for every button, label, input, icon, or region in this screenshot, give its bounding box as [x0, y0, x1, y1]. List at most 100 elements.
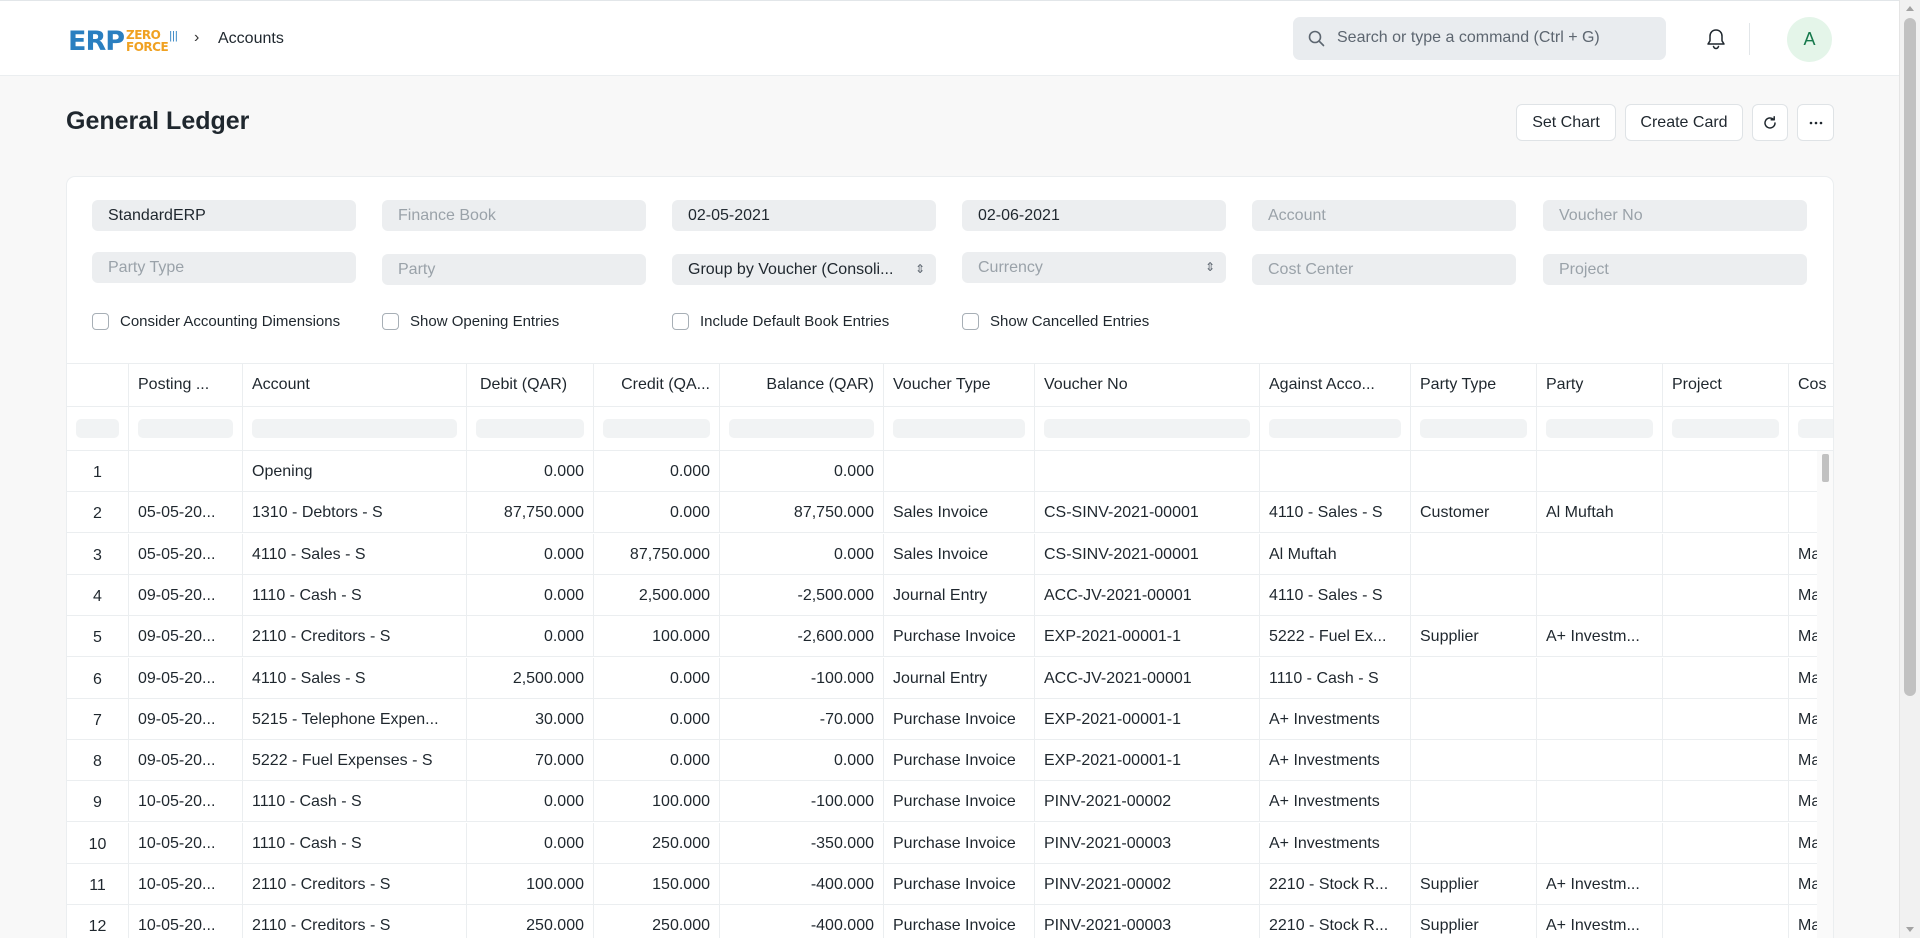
- cost-center-field[interactable]: Cost Center: [1252, 254, 1516, 285]
- cell-against-account[interactable]: 1110 - Cash - S: [1260, 657, 1411, 698]
- column-filter-input[interactable]: [1672, 419, 1779, 438]
- cell-voucher-no[interactable]: [1035, 451, 1260, 491]
- create-card-button[interactable]: Create Card: [1625, 104, 1743, 141]
- column-header-project[interactable]: Project: [1663, 364, 1789, 406]
- party-type-field[interactable]: Party Type: [92, 252, 356, 283]
- cell-party[interactable]: [1537, 574, 1663, 615]
- cell-against-account[interactable]: A+ Investments: [1260, 781, 1411, 822]
- avatar[interactable]: A: [1787, 17, 1832, 62]
- cell-balance[interactable]: -2,600.000: [720, 616, 884, 657]
- cell-voucher-no[interactable]: PINV-2021-00002: [1035, 864, 1260, 904]
- table-row[interactable]: 10 10-05-20... 1110 - Cash - S 0.000 250.000…: [67, 822, 1820, 864]
- cell-voucher-type[interactable]: Purchase Invoice: [884, 905, 1035, 938]
- cell-voucher-type[interactable]: [884, 451, 1035, 491]
- cell-account[interactable]: 2110 - Creditors - S: [243, 616, 467, 657]
- table-scrollbar[interactable]: [1817, 451, 1833, 938]
- column-filter-input[interactable]: [603, 419, 710, 438]
- cell-debit[interactable]: 0.000: [467, 616, 594, 657]
- column-header-voucher-type[interactable]: Voucher Type: [884, 364, 1035, 406]
- cell-account[interactable]: 1310 - Debtors - S: [243, 492, 467, 533]
- checkbox[interactable]: [962, 312, 979, 330]
- cell-project[interactable]: [1663, 905, 1789, 938]
- cell-party[interactable]: A+ Investm...: [1537, 616, 1663, 657]
- cell-party-type[interactable]: Customer: [1411, 492, 1537, 533]
- cell-balance[interactable]: -350.000: [720, 822, 884, 863]
- cell-party-type[interactable]: [1411, 574, 1537, 615]
- cell-credit[interactable]: 87,750.000: [594, 533, 720, 574]
- cell-voucher-no[interactable]: ACC-JV-2021-00001: [1035, 574, 1260, 615]
- column-filter-credit[interactable]: [594, 407, 720, 450]
- cell-balance[interactable]: -400.000: [720, 905, 884, 938]
- column-filter-party[interactable]: [1537, 407, 1663, 450]
- table-row[interactable]: 11 10-05-20... 2110 - Creditors - S 100.000…: [67, 864, 1820, 905]
- cell-debit[interactable]: 100.000: [467, 864, 594, 904]
- column-filter-input[interactable]: [76, 419, 119, 438]
- cell-balance[interactable]: -100.000: [720, 781, 884, 822]
- cell-credit[interactable]: 250.000: [594, 905, 720, 938]
- cell-posting-date[interactable]: 05-05-20...: [129, 492, 243, 533]
- column-header-row-index[interactable]: [67, 364, 129, 406]
- cell-debit[interactable]: 2,500.000: [467, 657, 594, 698]
- cell-project[interactable]: [1663, 822, 1789, 863]
- cell-project[interactable]: [1663, 740, 1789, 781]
- cell-voucher-type[interactable]: Sales Invoice: [884, 492, 1035, 533]
- cell-credit[interactable]: 100.000: [594, 781, 720, 822]
- cell-party[interactable]: A+ Investm...: [1537, 905, 1663, 938]
- account-field[interactable]: Account: [1252, 200, 1516, 231]
- cell-party[interactable]: [1537, 451, 1663, 491]
- column-filter-input[interactable]: [1269, 419, 1401, 438]
- cell-party[interactable]: [1537, 781, 1663, 822]
- cell-party-type[interactable]: Supplier: [1411, 616, 1537, 657]
- cell-debit[interactable]: 0.000: [467, 781, 594, 822]
- column-header-credit[interactable]: Credit (QA...: [594, 364, 720, 406]
- cell-posting-date[interactable]: 10-05-20...: [129, 905, 243, 938]
- table-row[interactable]: 12 10-05-20... 2110 - Creditors - S 250.000…: [67, 905, 1820, 938]
- cell-balance[interactable]: -2,500.000: [720, 574, 884, 615]
- column-filter-input[interactable]: [138, 419, 233, 438]
- cell-party-type[interactable]: [1411, 740, 1537, 781]
- column-filter-input[interactable]: [1798, 419, 1833, 438]
- cell-project[interactable]: [1663, 698, 1789, 739]
- breadcrumb-accounts[interactable]: Accounts: [218, 30, 284, 48]
- checkbox[interactable]: [382, 312, 399, 330]
- cell-balance[interactable]: -100.000: [720, 657, 884, 698]
- table-scrollbar-thumb[interactable]: [1822, 454, 1829, 482]
- column-header-party[interactable]: Party: [1537, 364, 1663, 406]
- cell-project[interactable]: [1663, 657, 1789, 698]
- cell-voucher-type[interactable]: Purchase Invoice: [884, 740, 1035, 781]
- table-row[interactable]: 4 09-05-20... 1110 - Cash - S 0.000 2,500.00…: [67, 574, 1820, 616]
- show-cancelled-entries-check[interactable]: Show Cancelled Entries: [962, 311, 1149, 331]
- cell-party[interactable]: [1537, 533, 1663, 574]
- table-row[interactable]: 6 09-05-20... 4110 - Sales - S 2,500.000 0.0…: [67, 657, 1820, 699]
- table-row[interactable]: 9 10-05-20... 1110 - Cash - S 0.000 100.000-…: [67, 781, 1820, 823]
- scroll-down-arrow-icon[interactable]: [1906, 927, 1914, 932]
- cell-project[interactable]: [1663, 781, 1789, 822]
- table-row[interactable]: 1 Opening 0.000 0.000 0.000: [67, 451, 1817, 492]
- cell-voucher-type[interactable]: Journal Entry: [884, 657, 1035, 698]
- cell-project[interactable]: [1663, 533, 1789, 574]
- table-row[interactable]: 8 09-05-20... 5222 - Fuel Expenses - S 70.0…: [67, 740, 1820, 782]
- cell-party-type[interactable]: [1411, 781, 1537, 822]
- cell-voucher-type[interactable]: Purchase Invoice: [884, 698, 1035, 739]
- cell-credit[interactable]: 0.000: [594, 451, 720, 491]
- table-row[interactable]: 3 05-05-20... 4110 - Sales - S 0.000 87,750.…: [67, 533, 1820, 575]
- column-header-balance[interactable]: Balance (QAR): [720, 364, 884, 406]
- column-filter-row-index[interactable]: [67, 407, 129, 450]
- cell-posting-date[interactable]: 10-05-20...: [129, 822, 243, 863]
- cell-debit[interactable]: 87,750.000: [467, 492, 594, 533]
- from-date-field[interactable]: 02-05-2021: [672, 200, 936, 231]
- page-scrollbar-thumb[interactable]: [1904, 18, 1916, 696]
- show-opening-entries-check[interactable]: Show Opening Entries: [382, 311, 559, 331]
- scroll-up-arrow-icon[interactable]: [1906, 6, 1914, 11]
- cell-account[interactable]: 4110 - Sales - S: [243, 533, 467, 574]
- cell-voucher-no[interactable]: PINV-2021-00003: [1035, 905, 1260, 938]
- column-header-against-account[interactable]: Against Acco...: [1260, 364, 1411, 406]
- cell-debit[interactable]: 0.000: [467, 451, 594, 491]
- cell-debit[interactable]: 0.000: [467, 574, 594, 615]
- column-filter-input[interactable]: [729, 419, 874, 438]
- cell-party[interactable]: [1537, 698, 1663, 739]
- cell-account[interactable]: 5222 - Fuel Expenses - S: [243, 740, 467, 781]
- column-filter-voucher-type[interactable]: [884, 407, 1035, 450]
- set-chart-button[interactable]: Set Chart: [1516, 104, 1616, 141]
- cell-voucher-type[interactable]: Sales Invoice: [884, 533, 1035, 574]
